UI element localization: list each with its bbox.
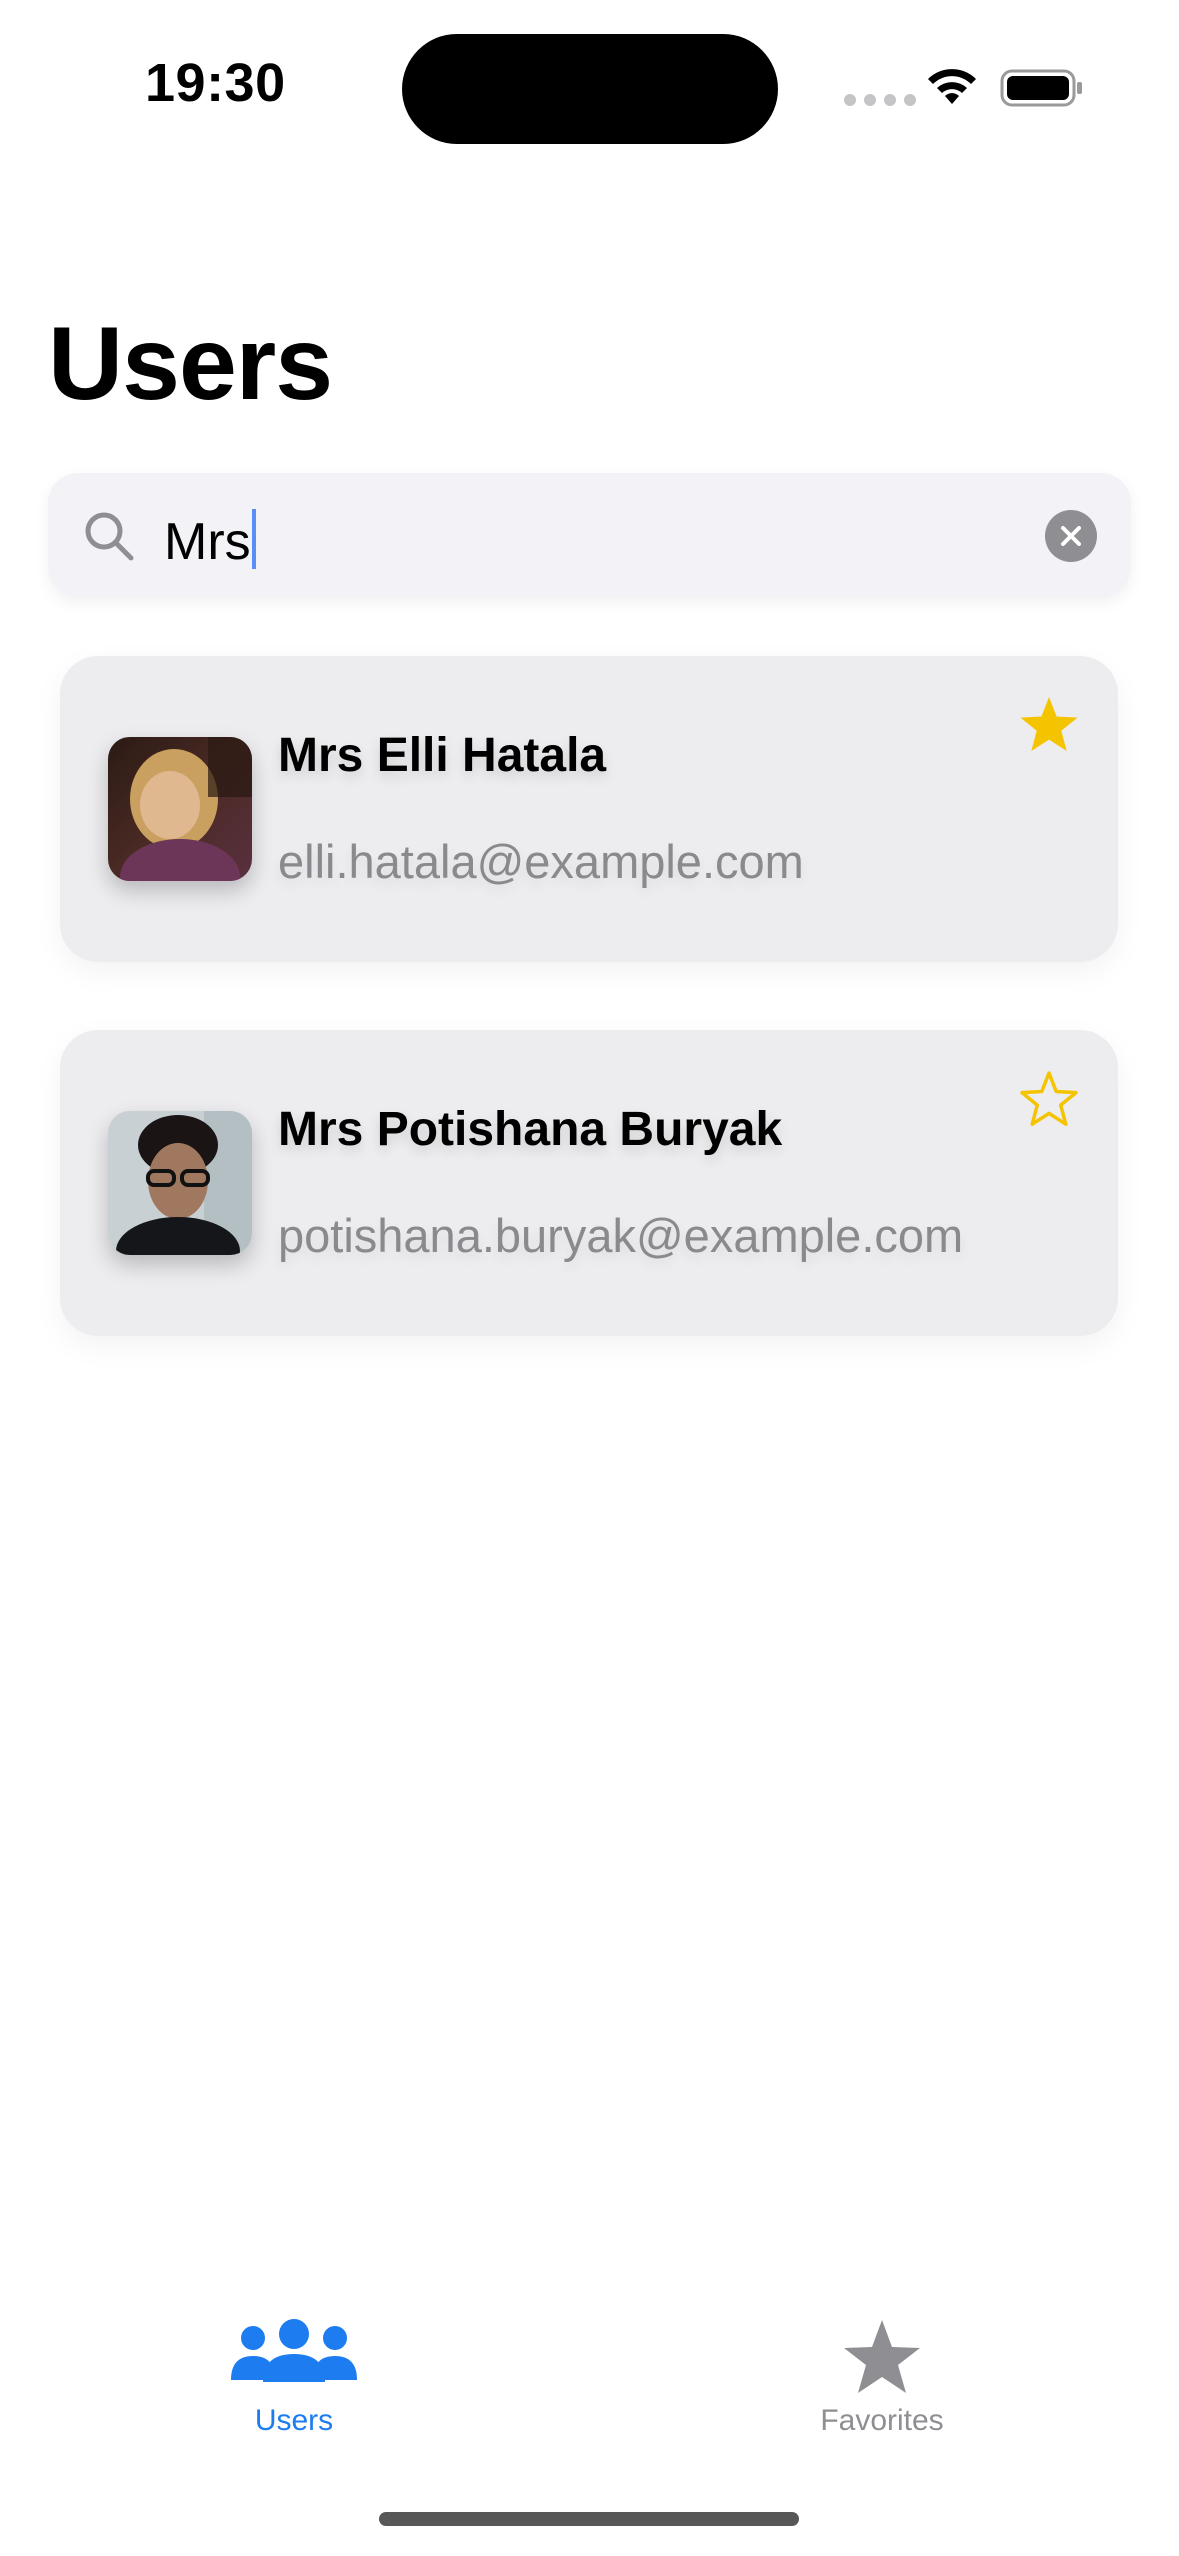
battery-icon [1000,69,1082,107]
star-icon [844,2320,920,2393]
avatar [108,737,252,881]
user-name: Mrs Potishana Buryak [278,1103,783,1156]
user-card[interactable]: Mrs Potishana Buryak potishana.buryak@ex… [60,1030,1118,1336]
tab-label: Users [254,2404,334,2437]
status-time: 19:30 [145,53,286,113]
search-input[interactable]: Mrs [164,509,256,572]
clear-search-button[interactable] [1045,510,1097,562]
user-email: potishana.buryak@example.com [278,1209,964,1262]
search-input-value: Mrs [164,513,251,571]
star-outline-icon[interactable] [1018,1068,1080,1130]
user-name: Mrs Elli Hatala [278,729,607,782]
search-icon [85,512,134,561]
star-filled-icon[interactable] [1018,694,1080,756]
tab-label: Favorites [820,2404,944,2437]
tab-favorites[interactable]: Favorites [732,2318,1032,2458]
search-bar[interactable]: Mrs [48,473,1131,597]
home-indicator[interactable] [379,2512,799,2526]
cellular-signal-icon [844,94,916,106]
dynamic-island [402,34,778,144]
user-card[interactable]: Mrs Elli Hatala elli.hatala@example.com [60,656,1118,962]
user-email: elli.hatala@example.com [278,835,804,888]
avatar [108,1111,252,1255]
people-icon [231,2319,357,2382]
users-screen: 19:30 Users Mrs Mrs Elli Hatala elli.hat… [0,0,1179,2556]
wifi-icon [928,69,976,104]
tab-users[interactable]: Users [144,2318,444,2458]
text-caret [251,509,256,569]
close-icon [1061,526,1081,546]
page-title: Users [48,306,333,422]
